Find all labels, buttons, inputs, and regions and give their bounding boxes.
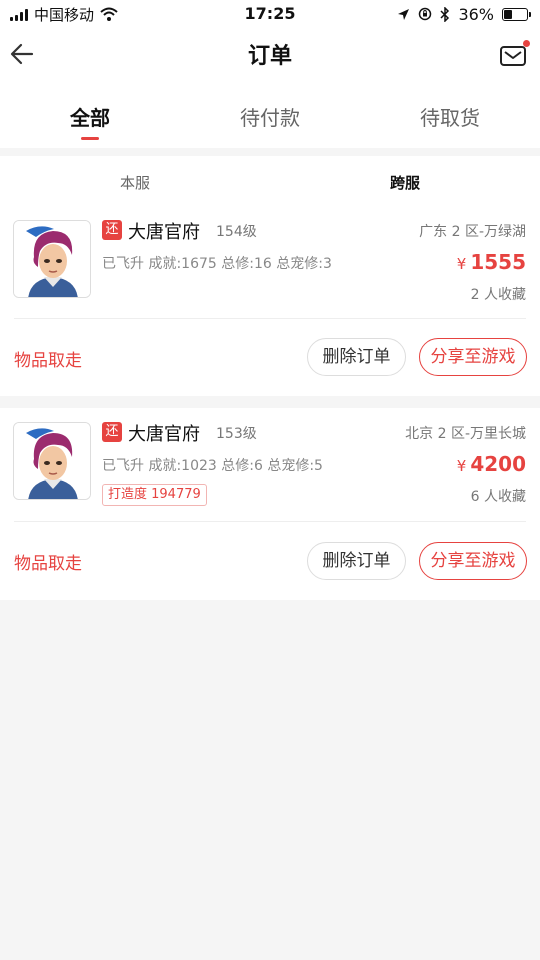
status-bar-right: 36% xyxy=(397,4,531,24)
page-title: 订单 xyxy=(247,44,292,69)
order-price: ¥1555 xyxy=(457,250,526,274)
server-name: 广东 2 区-万绿湖 xyxy=(419,224,526,240)
currency-symbol: ¥ xyxy=(456,457,467,475)
mail-notification-dot xyxy=(523,40,530,47)
return-badge: 还 xyxy=(102,422,122,442)
character-class-name: 大唐官府 xyxy=(128,424,200,445)
order-price: ¥4200 xyxy=(457,452,526,476)
return-badge: 还 xyxy=(102,220,122,240)
character-class-name: 大唐官府 xyxy=(128,222,200,243)
card-divider xyxy=(14,318,526,319)
forge-degree-tag: 打造度 194779 xyxy=(102,484,207,506)
character-level: 154级 xyxy=(216,224,257,240)
character-avatar[interactable] xyxy=(13,422,91,500)
tab-pending-pickup-label: 待取货 xyxy=(420,106,480,130)
battery-icon xyxy=(502,7,531,21)
order-status: 物品取走 xyxy=(14,554,82,574)
tab-pending-payment-label: 待付款 xyxy=(240,106,300,130)
subtab-same-server[interactable]: 本服 xyxy=(0,156,270,206)
favorites-count: 2 人收藏 xyxy=(470,287,526,303)
character-stats: 已飞升 成就:1675 总修:16 总宠修:3 xyxy=(102,256,332,272)
order-card: 还 大唐官府 153级 北京 2 区-万里长城 已飞升 成就:1023 总修:6… xyxy=(0,408,540,600)
subtab-cross-server[interactable]: 跨服 xyxy=(270,156,540,206)
location-icon xyxy=(398,8,410,20)
character-stats: 已飞升 成就:1023 总修:6 总宠修:5 xyxy=(102,458,323,474)
server-name: 北京 2 区-万里长城 xyxy=(405,426,526,442)
order-card: 还 大唐官府 154级 广东 2 区-万绿湖 已飞升 成就:1675 总修:16… xyxy=(0,206,540,396)
order-tabs: 全部 待付款 待取货 xyxy=(0,80,540,148)
character-portrait-icon xyxy=(14,423,90,499)
favorites-count: 6 人收藏 xyxy=(470,489,526,505)
tab-pending-payment[interactable]: 待付款 xyxy=(180,80,360,148)
price-value: 1555 xyxy=(470,250,526,274)
currency-symbol: ¥ xyxy=(456,255,467,273)
tab-all[interactable]: 全部 xyxy=(0,80,180,148)
server-subtabs: 本服 跨服 xyxy=(0,156,540,206)
price-value: 4200 xyxy=(470,452,526,476)
battery-fill xyxy=(504,9,512,19)
card-divider xyxy=(14,521,526,522)
character-level: 153级 xyxy=(216,426,257,442)
tab-all-label: 全部 xyxy=(70,106,110,130)
tab-pending-pickup[interactable]: 待取货 xyxy=(360,80,540,148)
share-to-game-button[interactable]: 分享至游戏 xyxy=(419,338,527,376)
delete-order-button[interactable]: 删除订单 xyxy=(307,338,406,376)
order-status: 物品取走 xyxy=(14,351,82,371)
share-to-game-button[interactable]: 分享至游戏 xyxy=(419,542,527,580)
status-bar: 中国移动 17:25 36% xyxy=(0,0,540,28)
rotation-lock-icon xyxy=(419,7,432,21)
character-avatar[interactable] xyxy=(13,220,91,298)
nav-bar: 订单 xyxy=(0,28,540,80)
bluetooth-icon xyxy=(440,6,450,22)
character-portrait-icon xyxy=(14,221,90,297)
battery-percent: 36% xyxy=(458,4,494,24)
tab-active-indicator xyxy=(81,137,99,140)
delete-order-button[interactable]: 删除订单 xyxy=(307,542,406,580)
